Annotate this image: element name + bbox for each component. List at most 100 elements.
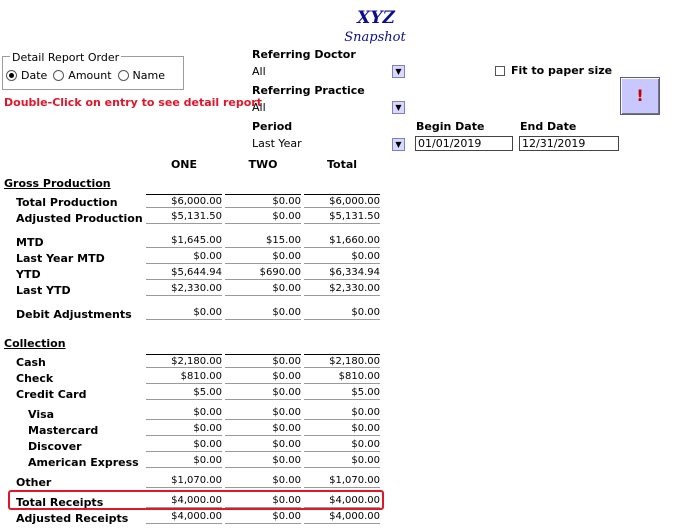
radio-date-circle[interactable] [6,70,17,81]
cell-other-one[interactable]: $1,070.00 [146,474,222,488]
row-label-visa[interactable]: Visa [28,408,54,421]
cell-last-year-mtd-two[interactable]: $0.00 [225,250,301,264]
row-label-last-ytd[interactable]: Last YTD [16,284,71,297]
cell-adjusted-production-two[interactable]: $0.00 [225,210,301,224]
radio-name-circle[interactable] [117,70,129,81]
report-subtitle: Snapshot [344,30,406,45]
row-label-credit-card[interactable]: Credit Card [16,388,87,401]
cell-mastercard-one[interactable]: $0.00 [146,422,222,436]
radio-date[interactable]: Date [6,69,47,82]
begin-date-label: Begin Date [416,120,485,133]
column-header-two: TWO [248,158,278,171]
cell-debit-adjustments-total[interactable]: $0.00 [304,306,380,320]
column-header-one: ONE [170,158,198,171]
cell-cash-one[interactable]: $2,180.00 [146,354,222,368]
row-label-discover[interactable]: Discover [28,440,82,453]
cell-check-one[interactable]: $810.00 [146,370,222,384]
fit-to-paper-checkbox[interactable] [495,66,505,76]
report-order-options: Date Amount Name [6,69,171,82]
referring-practice-select[interactable]: All [252,101,406,114]
cell-adjusted-production-one[interactable]: $5,131.50 [146,210,222,224]
cell-total-production-one[interactable]: $6,000.00 [146,194,222,208]
cell-last-ytd-two[interactable]: $0.00 [225,282,301,296]
cell-check-two[interactable]: $0.00 [225,370,301,384]
cell-credit-card-one[interactable]: $5.00 [146,386,222,400]
row-label-check[interactable]: Check [16,372,53,385]
radio-name[interactable]: Name [117,69,165,82]
cell-total-production-two[interactable]: $0.00 [225,194,301,208]
cell-adjusted-receipts-total[interactable]: $4,000.00 [304,510,380,524]
cell-visa-total[interactable]: $0.00 [304,406,380,420]
column-header-total: Total [326,158,358,171]
end-date-input[interactable]: 12/31/2019 [519,136,619,151]
cell-debit-adjustments-one[interactable]: $0.00 [146,306,222,320]
cell-discover-one[interactable]: $0.00 [146,438,222,452]
cell-mastercard-two[interactable]: $0.00 [225,422,301,436]
radio-amount[interactable]: Amount [53,69,112,82]
cell-ytd-one[interactable]: $5,644.94 [146,266,222,280]
cell-mtd-one[interactable]: $1,645.00 [146,234,222,248]
begin-date-input[interactable]: 01/01/2019 [415,136,513,151]
cell-american-express-two[interactable]: $0.00 [225,454,301,468]
cell-last-year-mtd-total[interactable]: $0.00 [304,250,380,264]
row-label-adjusted-receipts[interactable]: Adjusted Receipts [16,512,128,525]
end-date-label: End Date [520,120,577,133]
row-label-other[interactable]: Other [16,476,51,489]
row-label-adjusted-production[interactable]: Adjusted Production [16,212,143,225]
section-gross-production: Gross Production [4,177,111,190]
cell-american-express-total[interactable]: $0.00 [304,454,380,468]
detail-hint: Double-Click on entry to see detail repo… [4,96,262,109]
referring-doctor-label: Referring Doctor [252,48,356,61]
report-order-legend: Detail Report Order [10,51,122,64]
cell-last-ytd-total[interactable]: $2,330.00 [304,282,380,296]
cell-cash-two[interactable]: $0.00 [225,354,301,368]
cell-last-year-mtd-one[interactable]: $0.00 [146,250,222,264]
fit-to-paper-label: Fit to paper size [511,64,613,77]
row-label-mtd[interactable]: MTD [16,236,44,249]
row-label-mastercard[interactable]: Mastercard [28,424,98,437]
cell-mastercard-total[interactable]: $0.00 [304,422,380,436]
cell-other-two[interactable]: $0.00 [225,474,301,488]
row-label-last-year-mtd[interactable]: Last Year MTD [16,252,105,265]
radio-amount-label: Amount [68,69,112,82]
cell-last-ytd-one[interactable]: $2,330.00 [146,282,222,296]
cell-american-express-one[interactable]: $0.00 [146,454,222,468]
row-label-ytd[interactable]: YTD [16,268,41,281]
report-title: XYZ [357,8,395,28]
cell-adjusted-receipts-one[interactable]: $4,000.00 [146,510,222,524]
period-select[interactable]: Last Year [252,137,406,150]
cell-discover-total[interactable]: $0.00 [304,438,380,452]
run-report-button[interactable]: ! [620,77,660,115]
cell-adjusted-production-total[interactable]: $5,131.50 [304,210,380,224]
row-label-cash[interactable]: Cash [16,356,46,369]
cell-visa-two[interactable]: $0.00 [225,406,301,420]
radio-amount-circle[interactable] [53,70,65,81]
radio-name-label: Name [132,69,165,82]
cell-credit-card-two[interactable]: $0.00 [225,386,301,400]
referring-doctor-select[interactable]: All [252,65,406,78]
radio-date-label: Date [21,69,48,82]
referring-doctor-dropdown-icon[interactable]: ▼ [392,65,405,78]
section-collection: Collection [4,337,66,350]
cell-check-total[interactable]: $810.00 [304,370,380,384]
cell-total-production-total[interactable]: $6,000.00 [304,194,380,208]
row-label-total-production[interactable]: Total Production [16,196,118,209]
period-dropdown-icon[interactable]: ▼ [392,138,405,151]
row-label-debit-adjustments[interactable]: Debit Adjustments [16,308,132,321]
cell-mtd-two[interactable]: $15.00 [225,234,301,248]
cell-cash-total[interactable]: $2,180.00 [304,354,380,368]
cell-debit-adjustments-two[interactable]: $0.00 [225,306,301,320]
cell-ytd-total[interactable]: $6,334.94 [304,266,380,280]
cell-mtd-total[interactable]: $1,660.00 [304,234,380,248]
referring-practice-dropdown-icon[interactable]: ▼ [392,101,405,114]
cell-credit-card-total[interactable]: $5.00 [304,386,380,400]
cell-adjusted-receipts-two[interactable]: $0.00 [225,510,301,524]
cell-ytd-two[interactable]: $690.00 [225,266,301,280]
period-label: Period [252,120,293,133]
cell-visa-one[interactable]: $0.00 [146,406,222,420]
referring-practice-label: Referring Practice [252,84,365,97]
cell-discover-two[interactable]: $0.00 [225,438,301,452]
cell-other-total[interactable]: $1,070.00 [304,474,380,488]
row-label-american-express[interactable]: American Express [28,456,139,469]
total-receipts-highlight [8,490,384,510]
